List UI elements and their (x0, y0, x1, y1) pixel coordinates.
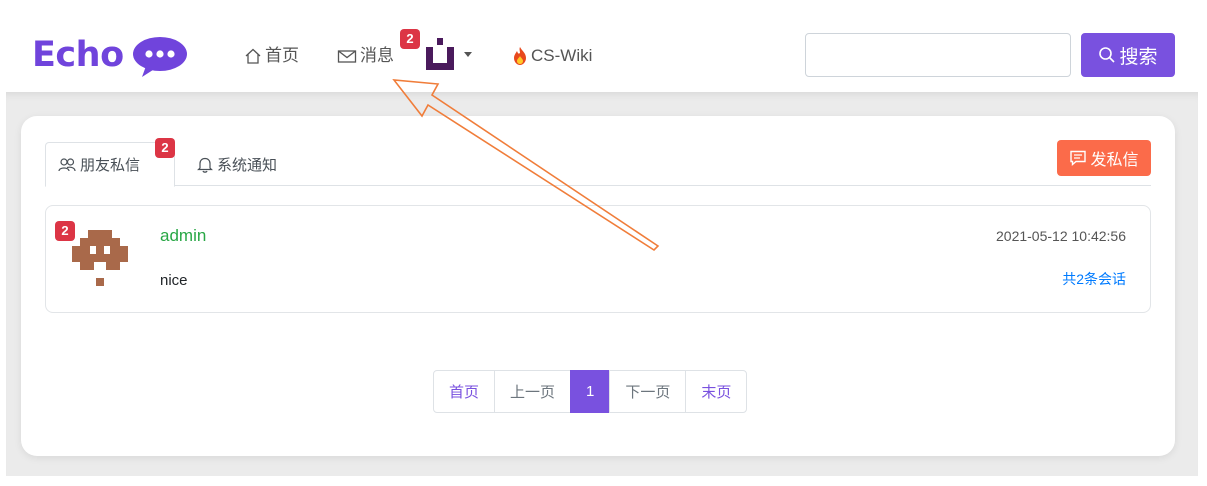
bell-icon (197, 156, 213, 173)
list-item[interactable]: 2 admin 2021-05-12 10:42:56 nice 共2条会话 (45, 205, 1151, 313)
tab-system-notice[interactable]: 系统通知 (185, 142, 289, 186)
search-button-label: 搜索 (1119, 46, 1158, 68)
messages-unread-badge: 2 (400, 29, 420, 49)
top-navbar: Echo 首页 消息 2 CS-Wiki 搜索 (0, 0, 1207, 92)
page-first[interactable]: 首页 (433, 370, 496, 413)
search-input[interactable] (805, 33, 1071, 77)
home-icon (244, 47, 262, 65)
nav-wiki-link[interactable]: CS-Wiki (512, 42, 592, 70)
nav-home-label: 首页 (265, 46, 299, 65)
search-icon (1098, 46, 1116, 64)
letters-tabs: 朋友私信 2 系统通知 (45, 138, 1151, 187)
tab-friend-letters-label: 朋友私信 (80, 157, 141, 174)
page-last[interactable]: 末页 (685, 370, 748, 413)
letter-username[interactable]: admin (160, 226, 206, 246)
chat-icon (1069, 149, 1087, 167)
send-letter-label: 发私信 (1090, 152, 1139, 169)
pagination: 首页 上一页 1 下一页 末页 (433, 370, 748, 413)
nav-home-link[interactable]: 首页 (244, 42, 299, 70)
logo-text: Echo (32, 35, 124, 75)
chevron-down-icon (464, 51, 472, 57)
avatar[interactable] (70, 228, 130, 288)
envelope-icon (337, 48, 357, 64)
letter-content: nice (160, 272, 188, 289)
nav-messages-link[interactable]: 消息 2 (337, 29, 420, 70)
brand-logo[interactable]: Echo (32, 34, 188, 77)
user-avatar-icon (424, 37, 456, 76)
page-prev[interactable]: 上一页 (494, 370, 572, 413)
nav-messages-label: 消息 (360, 46, 394, 65)
nav-wiki-label: CS-Wiki (531, 46, 593, 65)
friend-letters-badge: 2 (155, 138, 175, 158)
send-letter-button[interactable]: 发私信 (1057, 140, 1151, 176)
letter-unread-badge: 2 (55, 221, 75, 241)
tab-system-notice-label: 系统通知 (217, 156, 278, 174)
people-icon (58, 157, 76, 173)
search-button[interactable]: 搜索 (1081, 33, 1175, 77)
chat-bubble-logo-icon (132, 36, 188, 77)
letter-time: 2021-05-12 10:42:56 (996, 228, 1126, 244)
main-nav: 首页 消息 2 CS-Wiki (244, 29, 592, 70)
fire-icon (512, 46, 528, 66)
user-menu-toggle[interactable] (424, 37, 472, 76)
page-current[interactable]: 1 (570, 370, 611, 413)
letters-card: 朋友私信 2 系统通知 发私信 2 admin 2021-05-12 10:42… (21, 116, 1175, 456)
page-next[interactable]: 下一页 (609, 370, 687, 413)
letter-conversation-count[interactable]: 共2条会话 (1062, 269, 1126, 289)
tab-friend-letters[interactable]: 朋友私信 2 (45, 138, 175, 187)
